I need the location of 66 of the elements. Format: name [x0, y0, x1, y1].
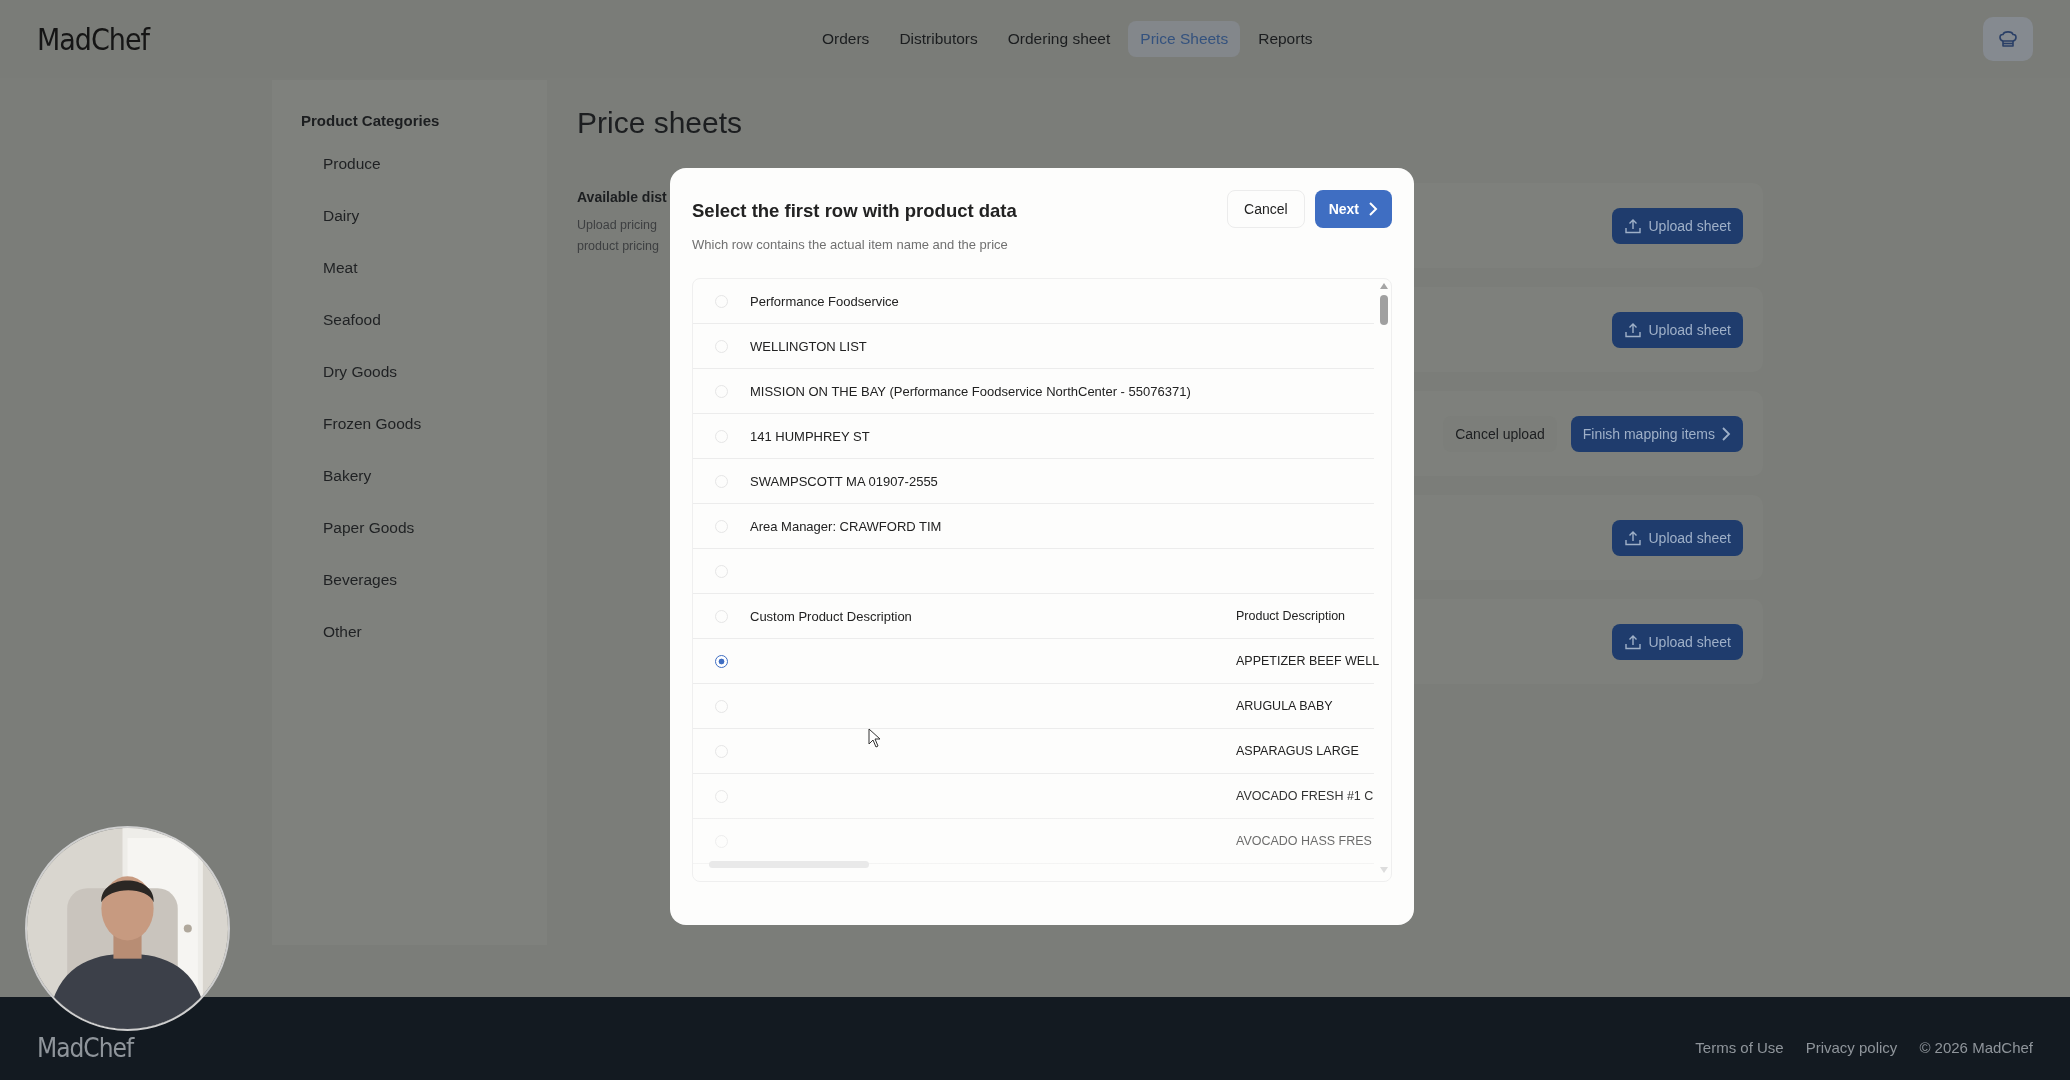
row-option[interactable]: WELLINGTON LIST	[693, 324, 1374, 369]
row-option[interactable]: ARUGULA BABY	[693, 684, 1374, 729]
row-option[interactable]: Performance Foodservice	[693, 279, 1374, 324]
category-item[interactable]: Frozen Goods	[301, 398, 518, 450]
cell-text: AVOCADO HASS FRES	[1236, 834, 1372, 848]
upload-sheet-button[interactable]: Upload sheet	[1612, 623, 1743, 660]
chevron-right-icon	[1368, 201, 1378, 217]
category-item[interactable]: Paper Goods	[301, 502, 518, 554]
upload-icon	[1624, 633, 1643, 650]
cell-text: WELLINGTON LIST	[750, 338, 867, 354]
footer-link[interactable]: Terms of Use	[1695, 1039, 1784, 1056]
cell-text: MISSION ON THE BAY (Performance Foodservice NorthCenter - 55076371)	[750, 383, 1191, 399]
cell-text: Area Manager: CRAWFORD TIM	[750, 518, 942, 534]
row-option[interactable]: 141 HUMPHREY ST	[693, 414, 1374, 459]
category-item[interactable]: Dry Goods	[301, 346, 518, 398]
footer-logo: MadChef	[37, 1032, 134, 1063]
category-item[interactable]: Meat	[301, 242, 518, 294]
category-item[interactable]: Seafood	[301, 294, 518, 346]
upload-icon	[1624, 217, 1643, 234]
modal-title: Select the first row with product data	[692, 200, 1017, 222]
category-item[interactable]: Produce	[301, 138, 518, 190]
radio-button[interactable]	[715, 654, 728, 668]
row-option[interactable]: Area Manager: CRAWFORD TIM	[693, 504, 1374, 549]
nav-link[interactable]: Ordering sheet	[995, 21, 1123, 57]
cell-text: 141 HUMPHREY ST	[750, 428, 870, 444]
upload-icon	[1624, 529, 1643, 546]
chevron-right-icon	[1721, 426, 1731, 441]
cell-text: ARUGULA BABY	[1236, 699, 1333, 713]
upload-icon	[1624, 321, 1643, 338]
finish-mapping-button[interactable]: Finish mapping items	[1570, 415, 1743, 452]
cursor-icon	[868, 728, 882, 748]
sidebar-title: Product Categories	[301, 112, 441, 129]
category-item[interactable]: Dairy	[301, 190, 518, 242]
cell-text: AVOCADO FRESH #1 C	[1236, 789, 1374, 803]
logo[interactable]: MadChef	[37, 21, 150, 57]
cell-text: SWAMPSCOTT MA 01907-2555	[750, 473, 938, 489]
category-item[interactable]: Beverages	[301, 554, 518, 606]
section-description: Upload pricing	[577, 217, 657, 234]
cell-text: APPETIZER BEEF WELL	[1236, 654, 1380, 668]
cell-text: ASPARAGUS LARGE	[1236, 744, 1359, 758]
row-option[interactable]: Custom Product Description Product Description	[693, 594, 1374, 639]
footer-link[interactable]: Privacy policy	[1805, 1039, 1898, 1056]
nav-link[interactable]: Distributors	[887, 21, 990, 57]
category-item[interactable]: Other	[301, 606, 518, 658]
cell-text: Performance Foodservice	[750, 293, 899, 309]
section-title: Available dist	[577, 189, 667, 205]
chef-hat-icon	[1998, 30, 2018, 48]
upload-sheet-button[interactable]: Upload sheet	[1612, 519, 1743, 556]
next-button[interactable]: Next	[1314, 190, 1392, 228]
upload-sheet-button[interactable]: Upload sheet	[1612, 311, 1743, 348]
cancel-button[interactable]: Cancel	[1227, 190, 1305, 228]
modal-subtitle: Which row contains the actual item name and the price	[692, 237, 1009, 252]
page-title: Price sheets	[577, 106, 744, 141]
row-option[interactable]: AVOCADO FRESH #1 C	[693, 774, 1374, 819]
section-description: product pricing	[577, 238, 659, 255]
chef-hat-button[interactable]	[1983, 17, 2033, 61]
nav-link[interactable]: Orders	[810, 21, 882, 57]
row-option[interactable]: MISSION ON THE BAY (Performance Foodservice NorthCenter - 55076371)	[693, 369, 1374, 414]
category-item[interactable]: Bakery	[301, 450, 518, 502]
cell-text: Custom Product Description	[750, 608, 912, 624]
upload-sheet-button[interactable]: Upload sheet	[1612, 207, 1743, 244]
row-option[interactable]: SWAMPSCOTT MA 01907-2555	[693, 459, 1374, 504]
vertical-scrollbar[interactable]	[1379, 283, 1389, 873]
cell-text: Product Description	[1236, 609, 1346, 623]
copyright: © 2026 MadChef	[1919, 1039, 2033, 1056]
nav-link[interactable]: Reports	[1246, 21, 1325, 57]
